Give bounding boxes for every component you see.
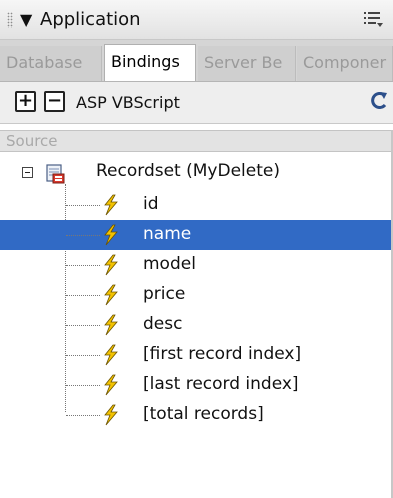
- tree-item-first-record-index[interactable]: [first record index]: [0, 340, 393, 370]
- tree-item-label: id: [143, 194, 159, 214]
- refresh-icon[interactable]: [369, 90, 389, 112]
- panel-title-bar[interactable]: ▼ Application: [0, 0, 393, 40]
- tree-item-name[interactable]: name: [0, 220, 393, 250]
- tree-item-label: [first record index]: [143, 344, 302, 364]
- panel-options-menu-icon[interactable]: [363, 9, 383, 29]
- tree-branch-line: [66, 415, 100, 416]
- source-column-label: Source: [6, 132, 58, 150]
- tab-bindings[interactable]: Bindings: [104, 44, 196, 81]
- lightning-bolt-icon: [104, 284, 118, 306]
- lightning-bolt-icon: [104, 254, 118, 276]
- tab-server-behaviors[interactable]: Server Be: [198, 46, 296, 81]
- recordset-database-icon: [46, 164, 65, 184]
- tree-item-label: desc: [143, 314, 183, 334]
- panel-title[interactable]: Application: [40, 9, 141, 30]
- recordset-label[interactable]: Recordset (MyDelete): [96, 161, 280, 181]
- tree-branch-line: [66, 295, 100, 296]
- tab-database[interactable]: Database: [0, 46, 102, 81]
- collapse-toggle-icon[interactable]: [22, 167, 33, 178]
- tree-item-price[interactable]: price: [0, 280, 393, 310]
- lightning-bolt-icon: [104, 404, 118, 426]
- bindings-tree: Recordset (MyDelete) id name model price…: [0, 152, 393, 498]
- bindings-panel: ▼ Application Database Bindings Server B…: [0, 0, 393, 498]
- tree-item-desc[interactable]: desc: [0, 310, 393, 340]
- tree-item-id[interactable]: id: [0, 190, 393, 220]
- tree-item-label: [last record index]: [143, 374, 299, 394]
- lightning-bolt-icon: [104, 224, 118, 246]
- tree-item-label: name: [143, 224, 192, 244]
- bindings-toolbar: + − ASP VBScript: [0, 82, 393, 124]
- tree-item-label: [total records]: [143, 404, 264, 424]
- tree-branch-line: [66, 265, 100, 266]
- tree-branch-line: [66, 205, 100, 206]
- tree-item-last-record-index[interactable]: [last record index]: [0, 370, 393, 400]
- collapse-arrow-icon[interactable]: ▼: [20, 10, 32, 29]
- tree-branch-line: [66, 235, 100, 236]
- tree-item-label: price: [143, 284, 186, 304]
- tree-item-total-records[interactable]: [total records]: [0, 400, 393, 430]
- tree-item-model[interactable]: model: [0, 250, 393, 280]
- lightning-bolt-icon: [104, 314, 118, 336]
- drag-grip-icon[interactable]: [7, 12, 13, 28]
- tree-item-label: model: [143, 254, 196, 274]
- add-binding-button[interactable]: +: [15, 91, 36, 112]
- document-type-label: ASP VBScript: [76, 93, 180, 112]
- source-column-header[interactable]: Source: [0, 130, 393, 152]
- tab-components[interactable]: Componer: [297, 46, 393, 81]
- lightning-bolt-icon: [104, 344, 118, 366]
- tree-branch-line: [66, 325, 100, 326]
- tab-bar: Database Bindings Server Be Componer: [0, 40, 393, 82]
- lightning-bolt-icon: [104, 194, 118, 216]
- tree-branch-line: [66, 355, 100, 356]
- lightning-bolt-icon: [104, 374, 118, 396]
- tree-branch-line: [66, 385, 100, 386]
- remove-binding-button[interactable]: −: [44, 91, 65, 112]
